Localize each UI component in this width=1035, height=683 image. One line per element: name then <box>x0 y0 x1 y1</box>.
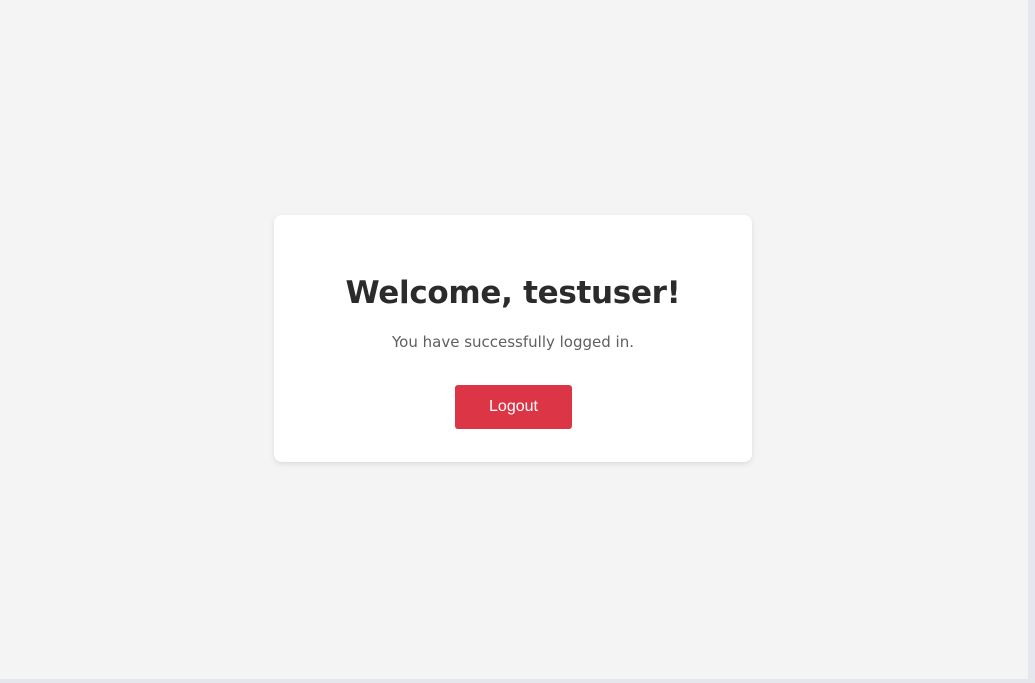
welcome-card: Welcome, testuser! You have successfully… <box>274 215 752 462</box>
page-viewport: Welcome, testuser! You have successfully… <box>0 0 1028 679</box>
welcome-title: Welcome, testuser! <box>345 275 681 311</box>
login-success-message: You have successfully logged in. <box>392 333 634 351</box>
logout-button[interactable]: Logout <box>455 385 572 429</box>
